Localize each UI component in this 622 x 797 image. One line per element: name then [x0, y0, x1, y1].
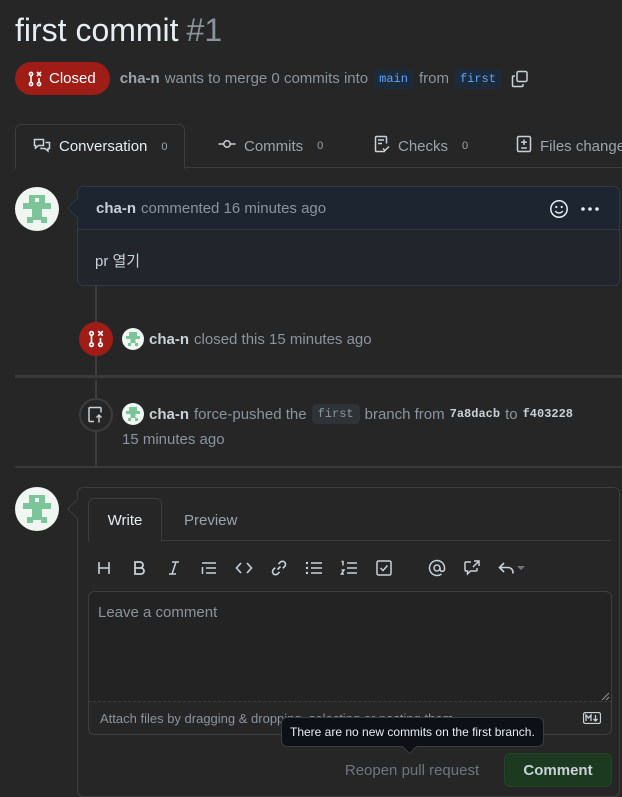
identicon-icon	[126, 407, 140, 421]
unordered-list-icon[interactable]	[301, 554, 327, 582]
tasklist-icon[interactable]	[371, 554, 397, 582]
file-diff-icon	[516, 135, 532, 157]
pr-status-row: Closed cha-n wants to merge 0 commits in…	[15, 62, 529, 95]
identicon-icon	[23, 195, 51, 223]
tab-commits[interactable]: Commits 0	[218, 124, 323, 168]
tab-checks[interactable]: Checks 0	[374, 124, 468, 168]
status-badge: Closed	[15, 62, 110, 95]
to-sha-link[interactable]: f403228	[523, 407, 573, 421]
editor-caret	[67, 499, 87, 519]
comment-meta[interactable]: commented 16 minutes ago	[141, 200, 326, 217]
tab-commits-label: Commits	[244, 137, 304, 155]
ordered-list-icon[interactable]	[336, 554, 362, 582]
force-push-text: force-pushed the	[194, 405, 307, 423]
comment-button[interactable]: Comment	[504, 753, 612, 787]
markdown-icon[interactable]	[582, 711, 602, 727]
closed-event-text: closed this 15 minutes ago	[194, 330, 372, 348]
editor-tabs: Write Preview	[88, 498, 611, 542]
pr-closed-event-icon	[79, 322, 113, 356]
copy-icon[interactable]	[511, 70, 529, 88]
pr-number: #1	[186, 12, 223, 48]
quote-icon[interactable]	[196, 554, 222, 582]
link-icon[interactable]	[266, 554, 292, 582]
tab-conversation-count: 0	[161, 140, 168, 153]
avatar[interactable]	[15, 187, 59, 231]
timeline-separator	[15, 375, 622, 378]
force-push-event: cha-n force-pushed the first branch from…	[122, 403, 573, 425]
pr-tabs: Conversation 0 Commits 0 Checks 0 Files …	[15, 124, 622, 169]
from-sha-link[interactable]: 7a8dacb	[450, 407, 500, 421]
timeline-separator	[15, 466, 622, 468]
tab-files-changed-label: Files changed	[540, 137, 622, 155]
kebab-horizontal-icon[interactable]	[580, 199, 600, 223]
smiley-icon[interactable]	[549, 199, 569, 223]
italic-icon[interactable]	[161, 554, 187, 582]
comment-header: cha-n commented 16 minutes ago	[78, 187, 619, 230]
commit-icon	[218, 136, 236, 156]
chevron-down-icon[interactable]	[514, 554, 528, 582]
head-branch-label[interactable]: first	[453, 68, 502, 89]
avatar[interactable]	[15, 487, 59, 531]
cross-reference-icon[interactable]	[459, 554, 485, 582]
conversation-icon	[33, 137, 51, 157]
tab-files-changed[interactable]: Files changed	[516, 124, 622, 168]
event-author-link[interactable]: cha-n	[149, 331, 189, 348]
mention-icon[interactable]	[424, 554, 450, 582]
pr-closed-icon	[27, 70, 43, 87]
markdown-toolbar	[88, 554, 608, 582]
avatar[interactable]	[122, 403, 144, 425]
closed-event: cha-n closed this 15 minutes ago	[122, 328, 372, 350]
tab-write[interactable]: Write	[88, 498, 162, 542]
from-text: from	[418, 70, 449, 87]
comment-box: cha-n commented 16 minutes ago pr 열기	[67, 186, 620, 286]
tab-conversation-label: Conversation	[59, 138, 148, 155]
tab-checks-label: Checks	[398, 137, 449, 155]
force-push-text-b: branch from	[364, 405, 445, 423]
identicon-icon	[23, 495, 51, 523]
comment-author-link[interactable]: cha-n	[96, 200, 136, 217]
status-badge-label: Closed	[49, 70, 96, 87]
base-branch-label[interactable]: main	[373, 68, 414, 89]
to-word: to	[505, 405, 518, 423]
force-push-time[interactable]: 15 minutes ago	[122, 431, 225, 448]
identicon-icon	[126, 332, 140, 346]
tab-conversation[interactable]: Conversation 0	[15, 124, 185, 169]
repo-push-icon	[79, 398, 113, 432]
reopen-pull-request-button[interactable]: Reopen pull request	[330, 753, 494, 787]
avatar[interactable]	[122, 328, 144, 350]
bold-icon[interactable]	[126, 554, 152, 582]
tab-preview[interactable]: Preview	[184, 498, 237, 542]
force-push-branch[interactable]: first	[311, 404, 360, 424]
pr-title: first commit #1	[15, 12, 222, 49]
pr-summary: cha-n wants to merge 0 commits into main…	[120, 68, 529, 89]
reopen-tooltip: There are no new commits on the first br…	[281, 717, 544, 747]
tab-commits-count: 0	[317, 140, 324, 152]
comment-editor: Write Preview Leave a comment Attach fil…	[67, 487, 620, 797]
comment-body: pr 열기	[95, 253, 141, 270]
tab-checks-count: 0	[462, 140, 469, 152]
code-icon[interactable]	[231, 554, 257, 582]
event-author-link[interactable]: cha-n	[149, 406, 189, 423]
pr-summary-text: wants to merge 0 commits into	[164, 70, 369, 87]
pr-author-link[interactable]: cha-n	[120, 70, 160, 87]
checklist-icon	[374, 135, 390, 157]
heading-icon[interactable]	[91, 554, 117, 582]
pr-title-text: first commit	[15, 12, 179, 48]
comment-textarea[interactable]: Leave a comment	[88, 591, 612, 701]
